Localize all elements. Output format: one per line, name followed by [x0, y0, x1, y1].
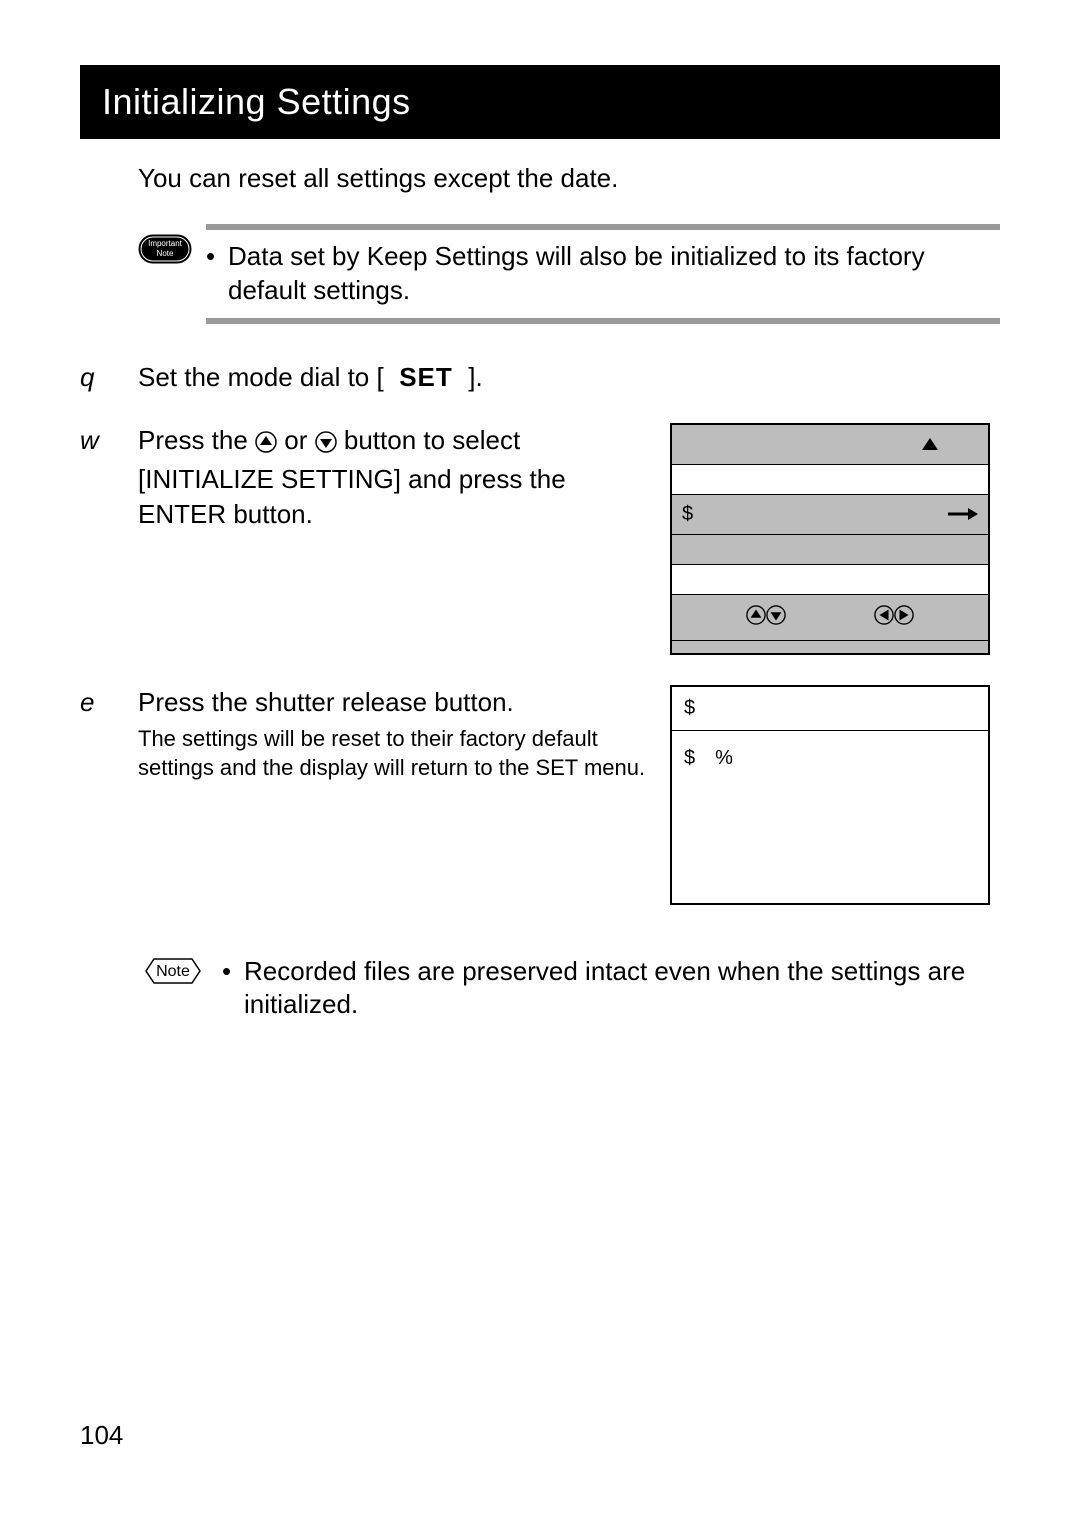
up-button-icon [255, 427, 277, 462]
step-3-main: Press the shutter release button. [138, 685, 650, 720]
set-mode-label: SET [391, 362, 461, 392]
important-label-bottom: Note [157, 249, 174, 258]
menu-row-5 [672, 565, 988, 595]
step-1-text-pre: Set the mode dial to [ [138, 362, 384, 392]
step-2-text: Press the or button to select [INITIALIZ… [138, 423, 670, 532]
menu-row-4 [672, 535, 988, 565]
important-label-top: Important [148, 239, 183, 248]
bullet-icon: • [206, 240, 228, 308]
step-3-marker: e [80, 685, 138, 718]
important-note-block: Important Note • Data set by Keep Settin… [138, 224, 1000, 324]
page-title: Initializing Settings [80, 65, 1000, 139]
menu-row-3-selected: $ [672, 495, 988, 535]
menu-nav-row [672, 595, 988, 641]
step-2-marker: w [80, 423, 138, 456]
step-3-sub: The settings will be reset to their fact… [138, 724, 650, 783]
note-label: Note [156, 963, 190, 980]
step-1-text-post: ]. [468, 362, 482, 392]
scroll-up-icon [922, 438, 938, 450]
nav-up-icon [746, 605, 766, 633]
page-number: 104 [80, 1420, 123, 1451]
nav-right-icon [894, 605, 914, 633]
steps-list: q Set the mode dial to [ SET ]. w Press … [80, 360, 1000, 905]
confirm-screen-figure: $ $ % [670, 685, 990, 905]
intro-text: You can reset all settings except the da… [138, 163, 1000, 194]
step-1: q Set the mode dial to [ SET ]. [80, 360, 1000, 395]
menu-row-2 [672, 465, 988, 495]
nav-left-icon [874, 605, 894, 633]
note-text: Recorded files are preserved intact even… [244, 955, 1000, 1023]
confirm-header: $ [672, 687, 988, 731]
note-block: Note • Recorded files are preserved inta… [138, 955, 1000, 1023]
step-1-marker: q [80, 360, 138, 393]
bullet-icon: • [222, 955, 244, 1023]
important-note-badge-icon: Important Note [138, 234, 192, 264]
manual-page: Initializing Settings You can reset all … [80, 65, 1000, 1022]
important-note-body: • Data set by Keep Settings will also be… [206, 224, 1000, 324]
important-note-text: Data set by Keep Settings will also be i… [228, 240, 1000, 308]
menu-row-bottom [672, 641, 988, 653]
step-2: w Press the or button to select [INITIAL… [80, 423, 1000, 655]
down-button-icon [315, 427, 337, 462]
note-badge-icon: Note [138, 957, 208, 990]
menu-row-1 [672, 425, 988, 465]
confirm-body: $ % [672, 731, 988, 786]
nav-down-icon [766, 605, 786, 633]
menu-screen-figure: $ [670, 423, 990, 655]
arrow-right-icon [948, 507, 978, 521]
menu-row-3-text: $ [682, 501, 693, 528]
step-3: e Press the shutter release button. The … [80, 685, 1000, 905]
